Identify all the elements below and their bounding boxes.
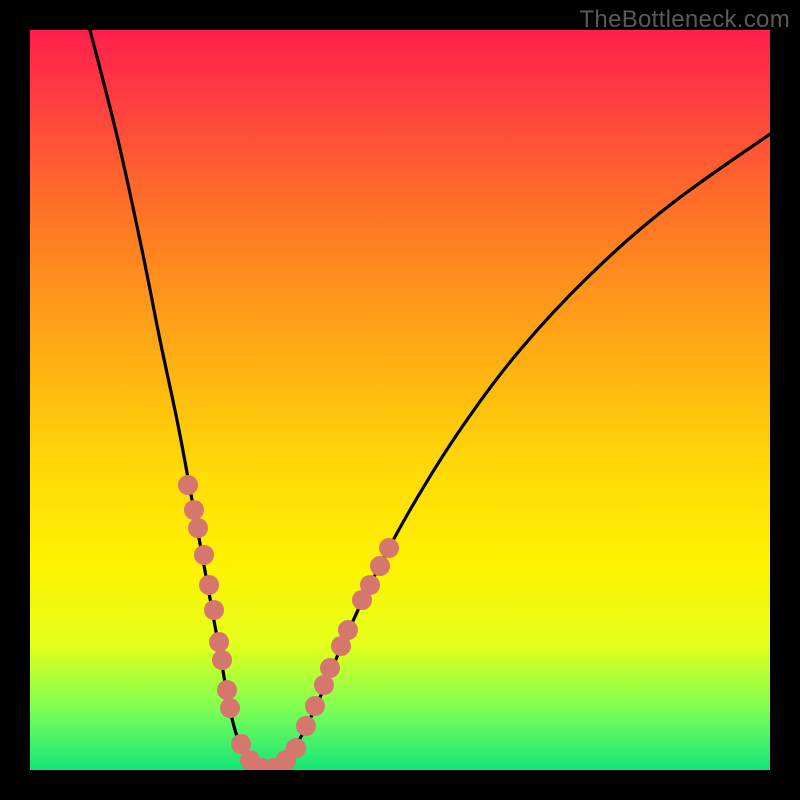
chart-svg <box>30 30 770 770</box>
chart-marker <box>217 680 237 700</box>
chart-marker <box>379 538 399 558</box>
chart-marker <box>320 658 340 678</box>
watermark-text: TheBottleneck.com <box>579 6 790 34</box>
chart-marker <box>188 518 208 538</box>
chart-marker <box>220 698 240 718</box>
chart-marker <box>184 500 204 520</box>
chart-marker <box>305 696 325 716</box>
chart-marker <box>370 556 390 576</box>
chart-marker <box>296 716 316 736</box>
chart-marker <box>338 620 358 640</box>
chart-marker <box>178 475 198 495</box>
chart-marker <box>209 632 229 652</box>
chart-marker <box>194 545 214 565</box>
chart-plot-area <box>30 30 770 770</box>
chart-marker <box>314 675 334 695</box>
chart-frame: TheBottleneck.com <box>0 0 800 800</box>
chart-marker <box>360 575 380 595</box>
curve-left-branch <box>90 30 264 770</box>
chart-marker <box>286 738 306 758</box>
chart-markers <box>178 475 399 770</box>
curve-right-branch <box>264 134 770 770</box>
chart-marker <box>212 650 232 670</box>
chart-marker <box>199 575 219 595</box>
chart-marker <box>204 600 224 620</box>
